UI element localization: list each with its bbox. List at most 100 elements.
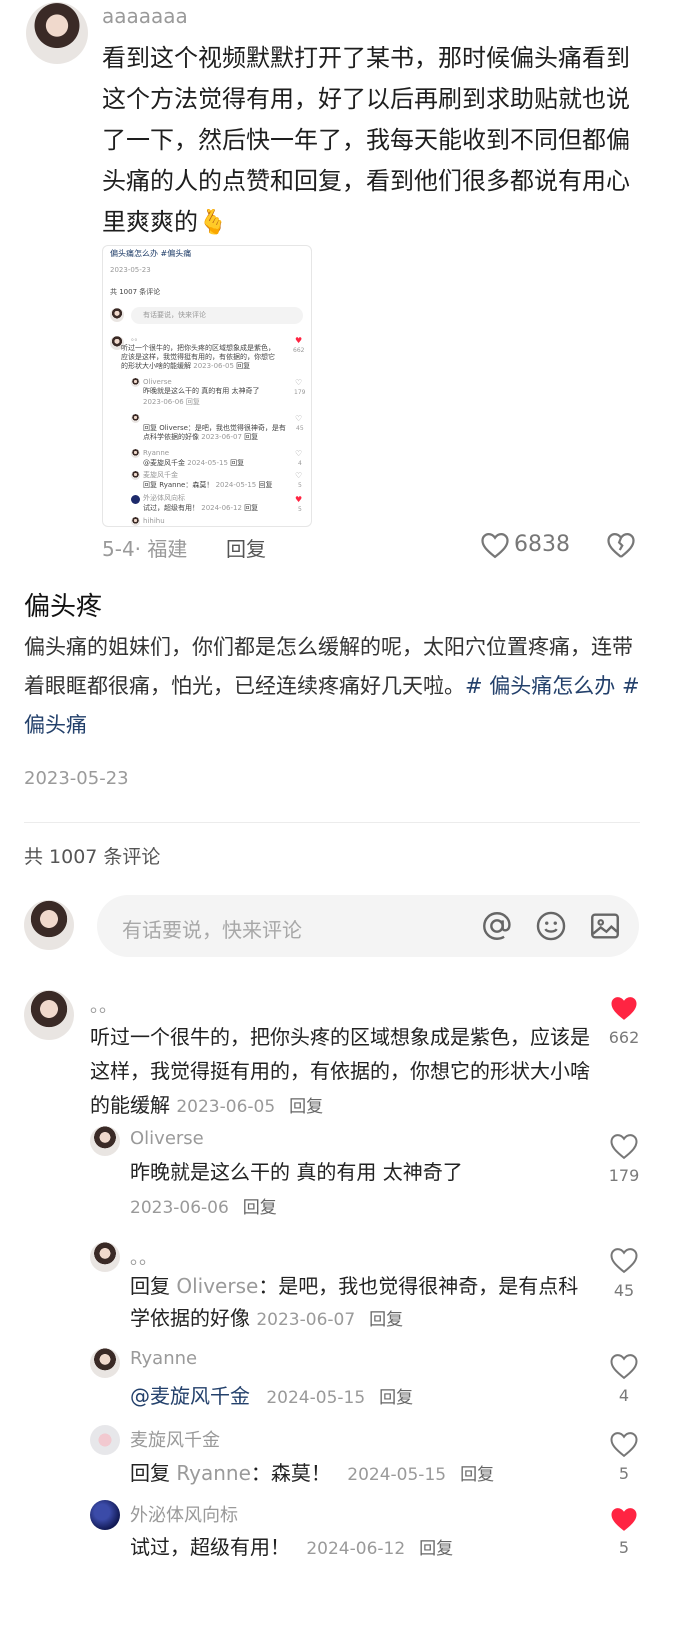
thumb-r4-name: 麦旋风千金 (143, 471, 178, 479)
comment-input-placeholder: 有话要说，快来评论 (122, 918, 302, 942)
at-icon[interactable] (480, 909, 514, 943)
like-count: 662 (608, 1028, 640, 1047)
thumb-c1-text-1: 听过一个很牛的，把你头疼的区域想象成是紫色， (121, 344, 275, 352)
thumb-r6-avatar (131, 517, 140, 526)
thumb-r1-avatar (131, 378, 140, 387)
comment-avatar[interactable] (24, 990, 74, 1040)
thumb-r3-text: @麦旋风千金 2024-05-15 回复 (143, 459, 245, 467)
post-title: 偏头疼 (24, 592, 103, 622)
thumb-r5-text: 试过，超级有用！ 2024-06-12 回复 (143, 504, 259, 512)
post-body: 偏头痛的姐妹们，你们都是怎么缓解的呢，太阳穴位置疼痛，连带着眼眶都很痛，怕光，已… (24, 635, 640, 737)
reply-button[interactable]: 回复 (419, 1539, 453, 1559)
reply-text: 昨晚就是这么干的 真的有用 太神奇了 (130, 1160, 463, 1184)
thumb-r4-text: 回复 Ryanne：森莫！ 2024-05-15 回复 (143, 481, 273, 489)
like-count: 179 (608, 1166, 640, 1185)
reply-text: 回复 Ryanne：森莫！ 2024-05-15 回复 (130, 1461, 495, 1485)
thumb-r1-heart-icon: ♡ (295, 378, 303, 387)
reply-text: 回复 Oliverse：是吧，我也觉得很神奇，是有点科学依据的好像 2023-0… (130, 1274, 579, 1330)
reply-avatar[interactable] (90, 1348, 120, 1378)
top-comment-avatar[interactable] (26, 2, 88, 64)
heart-outline-icon[interactable] (609, 1246, 639, 1274)
thumb-r4-heart-icon: ♡ (295, 471, 303, 480)
broken-heart-icon[interactable] (606, 531, 636, 563)
thumb-c1-heart-icon: ♥ (295, 336, 303, 345)
thumb-c1-text-3: 的形状大小啥的能缓解 2023-06-05 回复 (121, 362, 251, 370)
thumb-r1-text: 昨晚就是这么干的 真的有用 太神奇了 (143, 387, 260, 395)
like-count: 4 (618, 1386, 630, 1405)
heart-filled-icon[interactable] (609, 1505, 639, 1533)
reply-target[interactable]: Oliverse (176, 1274, 258, 1298)
heart-outline-icon[interactable] (609, 1430, 639, 1458)
thumb-r5-likes: 5 (298, 506, 302, 513)
mention-link[interactable]: @麦旋风千金 (130, 1384, 250, 1408)
thumb-r2-likes: 45 (296, 425, 304, 432)
reply-username[interactable]: 。。 (130, 1244, 157, 1270)
comment-count-label: 共 1007 条评论 (24, 846, 161, 868)
top-comment-meta: 5-4· 福建 (102, 537, 188, 561)
reply-button[interactable]: 回复 (460, 1465, 494, 1485)
image-icon[interactable] (588, 909, 622, 943)
reply-username[interactable]: Ryanne (130, 1348, 197, 1369)
thumb-my-avatar (110, 308, 124, 322)
thumb-count: 共 1007 条评论 (110, 288, 161, 296)
comment-text: 听过一个很牛的，把你头疼的区域想象成是紫色，应该是这样，我觉得挺有用的，有依据的… (90, 1025, 590, 1117)
like-count: 45 (613, 1281, 635, 1300)
reply-date: 2024-05-15 (266, 1388, 366, 1408)
thumb-c1-text-2: 应该是这样，我觉得挺有用的，有依据的，你想它 (121, 353, 275, 361)
smile-icon[interactable] (534, 909, 568, 943)
thumb-r3-heart-icon: ♡ (295, 449, 303, 458)
heart-outline-icon[interactable] (609, 1132, 639, 1160)
reply-username[interactable]: 麦旋风千金 (130, 1426, 220, 1452)
thumb-r2-heart-icon: ♡ (295, 414, 303, 423)
reply-text: @麦旋风千金 2024-05-15 回复 (130, 1380, 413, 1409)
reply-button[interactable]: 回复 (243, 1198, 277, 1218)
comment-date: 2023-06-05 (176, 1097, 276, 1117)
attached-screenshot[interactable]: 偏头痛怎么办 #偏头痛 2023-05-23 共 1007 条评论 有话要说，快… (102, 245, 312, 527)
reply-avatar[interactable] (90, 1425, 120, 1455)
reply-target[interactable]: Ryanne (176, 1461, 251, 1485)
section-divider (24, 822, 640, 823)
thumb-r5-avatar (131, 495, 140, 504)
reply-button[interactable]: 回复 (369, 1310, 403, 1330)
comment-username[interactable]: 。。 (90, 992, 117, 1018)
reply-button[interactable]: 回复 (379, 1388, 413, 1408)
reply-avatar[interactable] (90, 1242, 120, 1272)
thumb-input-placeholder: 有话要说，快来评论 (143, 311, 206, 319)
thumb-c1-likes: 662 (293, 347, 305, 354)
heart-filled-icon[interactable] (609, 994, 639, 1022)
like-count: 5 (618, 1538, 630, 1557)
like-count: 5 (618, 1464, 630, 1483)
reply-button[interactable]: 回复 (289, 1097, 323, 1117)
thumb-r3-likes: 4 (298, 460, 302, 467)
thumb-r2-text-2: 点科学依据的好像 2023-06-07 回复 (143, 433, 259, 441)
top-comment-reply-button[interactable]: 回复 (226, 533, 266, 562)
reply-avatar[interactable] (90, 1126, 120, 1156)
thumb-r2-avatar (131, 414, 140, 423)
thumb-r4-likes: 5 (298, 482, 302, 489)
thumb-r1-name: Oliverse (143, 378, 172, 386)
thumb-r5-name: 外泌体风向标 (143, 494, 185, 502)
thumb-r2-text-1: 回复 Oliverse：是吧，我也觉得很神奇，是有 (143, 424, 286, 432)
thumb-title: 偏头痛怎么办 #偏头痛 (110, 249, 192, 258)
top-comment-text: 看到这个视频默默打开了某书，那时候偏头痛看到这个方法觉得有用，好了以后再刷到求助… (102, 44, 630, 236)
thumb-date: 2023-05-23 (110, 266, 151, 274)
reply-username[interactable]: 外泌体风向标 (130, 1501, 238, 1527)
thumb-r3-avatar (131, 449, 140, 458)
reply-username[interactable]: Oliverse (130, 1128, 204, 1149)
reply-date: 2024-06-12 (306, 1539, 406, 1559)
my-avatar (24, 900, 74, 950)
thumb-r4-avatar (131, 471, 140, 480)
thumb-r3-name: Ryanne (143, 449, 170, 457)
thumb-r5-heart-icon: ♥ (295, 495, 303, 504)
thumb-r1-likes: 179 (294, 389, 306, 396)
finger-heart-emoji: 🫰 (198, 208, 228, 236)
reply-date: 2024-05-15 (347, 1465, 447, 1485)
reply-text: 试过，超级有用！ 2024-06-12 回复 (130, 1535, 454, 1559)
post-date: 2023-05-23 (24, 768, 129, 789)
heart-outline-icon[interactable] (609, 1352, 639, 1380)
top-comment-like-icon[interactable] (480, 531, 510, 559)
reply-date: 2023-06-07 (256, 1310, 356, 1330)
reply-avatar[interactable] (90, 1500, 120, 1530)
thumb-r1-date: 2023-06-06 回复 (143, 398, 200, 406)
top-comment-username[interactable]: aaaaaaa (102, 4, 188, 28)
